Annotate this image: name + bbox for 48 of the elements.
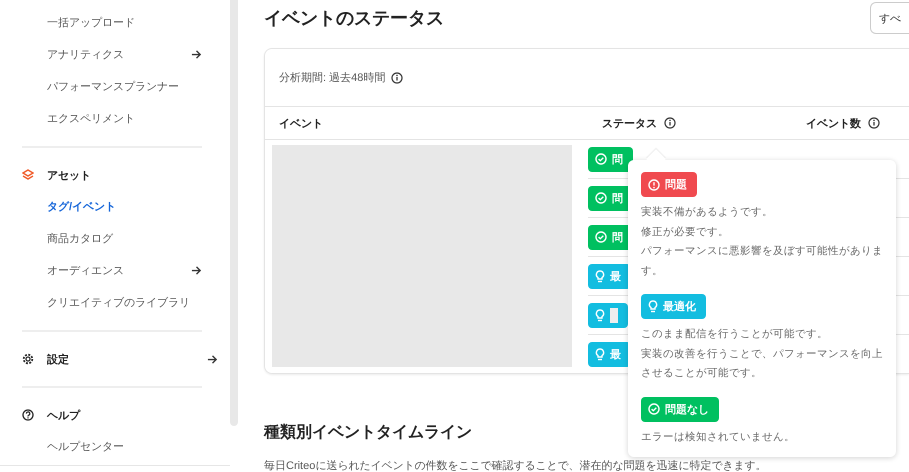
page-title: イベントのステータス	[264, 7, 444, 30]
sidebar-item[interactable]: アナリティクス	[22, 38, 202, 70]
settings-icon	[22, 353, 34, 365]
help-icon	[22, 409, 34, 421]
status-badge: 問	[588, 146, 633, 172]
description-text: 毎日Criteoに送られたイベントの件数をここで確認することで、潜在的な問題を迅速に特定できます。	[264, 458, 768, 472]
status-description: このまま配信を行うことが可能です。 実装の改善を行うことで、パフォーマンスを向上させることが可能です。	[641, 327, 884, 381]
check-circle-icon	[595, 153, 607, 165]
section-heading: 種類別イベントタイムライン	[264, 422, 472, 443]
arrow-right-icon	[191, 48, 202, 60]
column-header: イベント	[279, 116, 323, 130]
info-icon[interactable]	[868, 117, 880, 129]
status-description: 実装不備があるようです。 修正が必要です。 パフォーマンスに悪影響を及ぼす可能性があります。	[641, 205, 884, 278]
column-header: イベント数	[806, 116, 861, 130]
status-badge: 最適化	[641, 294, 706, 319]
status-description: エラーは検知されていません。	[641, 430, 796, 444]
sidebar-item[interactable]: オーディエンス	[22, 254, 202, 286]
status-badge: 問題	[641, 172, 697, 197]
sidebar-item[interactable]: パフォーマンスプランナー	[22, 70, 202, 102]
column-header: ステータス	[602, 116, 657, 130]
sidebar-item[interactable]: 一括アップロード	[22, 6, 202, 38]
check-circle-icon	[595, 192, 607, 204]
layers-icon	[22, 169, 34, 181]
lightbulb-icon	[648, 300, 658, 313]
check-circle-icon	[595, 231, 607, 243]
section-title[interactable]: 設定	[47, 352, 207, 366]
lightbulb-icon	[595, 308, 605, 322]
arrow-right-icon	[191, 264, 202, 276]
status-badge: 最	[588, 342, 631, 366]
sidebar-item[interactable]: ヘルプセンター	[22, 430, 202, 462]
status-badge: 最	[588, 264, 631, 288]
sidebar-item[interactable]: クリエイティブのライブラリ	[22, 286, 202, 318]
arrow-right-icon	[207, 354, 218, 364]
section-title[interactable]: ヘルプ	[47, 408, 202, 422]
section-title[interactable]: アセット	[47, 168, 202, 182]
filter-button[interactable]: すべ	[870, 2, 909, 34]
status-badge: 問題なし	[641, 396, 719, 422]
info-icon[interactable]	[664, 117, 676, 129]
sidebar-item[interactable]: エクスペリメント	[22, 102, 202, 134]
redacted-block	[610, 308, 618, 322]
check-circle-icon	[648, 403, 660, 415]
lightbulb-icon	[595, 348, 605, 360]
sidebar-item[interactable]: 商品カタログ	[22, 222, 202, 254]
lightbulb-icon	[595, 270, 605, 282]
period-label: 分析期間: 過去48時間	[279, 71, 386, 85]
sidebar-item[interactable]: タグ/イベント	[22, 190, 202, 222]
alert-circle-icon	[648, 178, 660, 190]
info-icon[interactable]	[391, 72, 404, 84]
